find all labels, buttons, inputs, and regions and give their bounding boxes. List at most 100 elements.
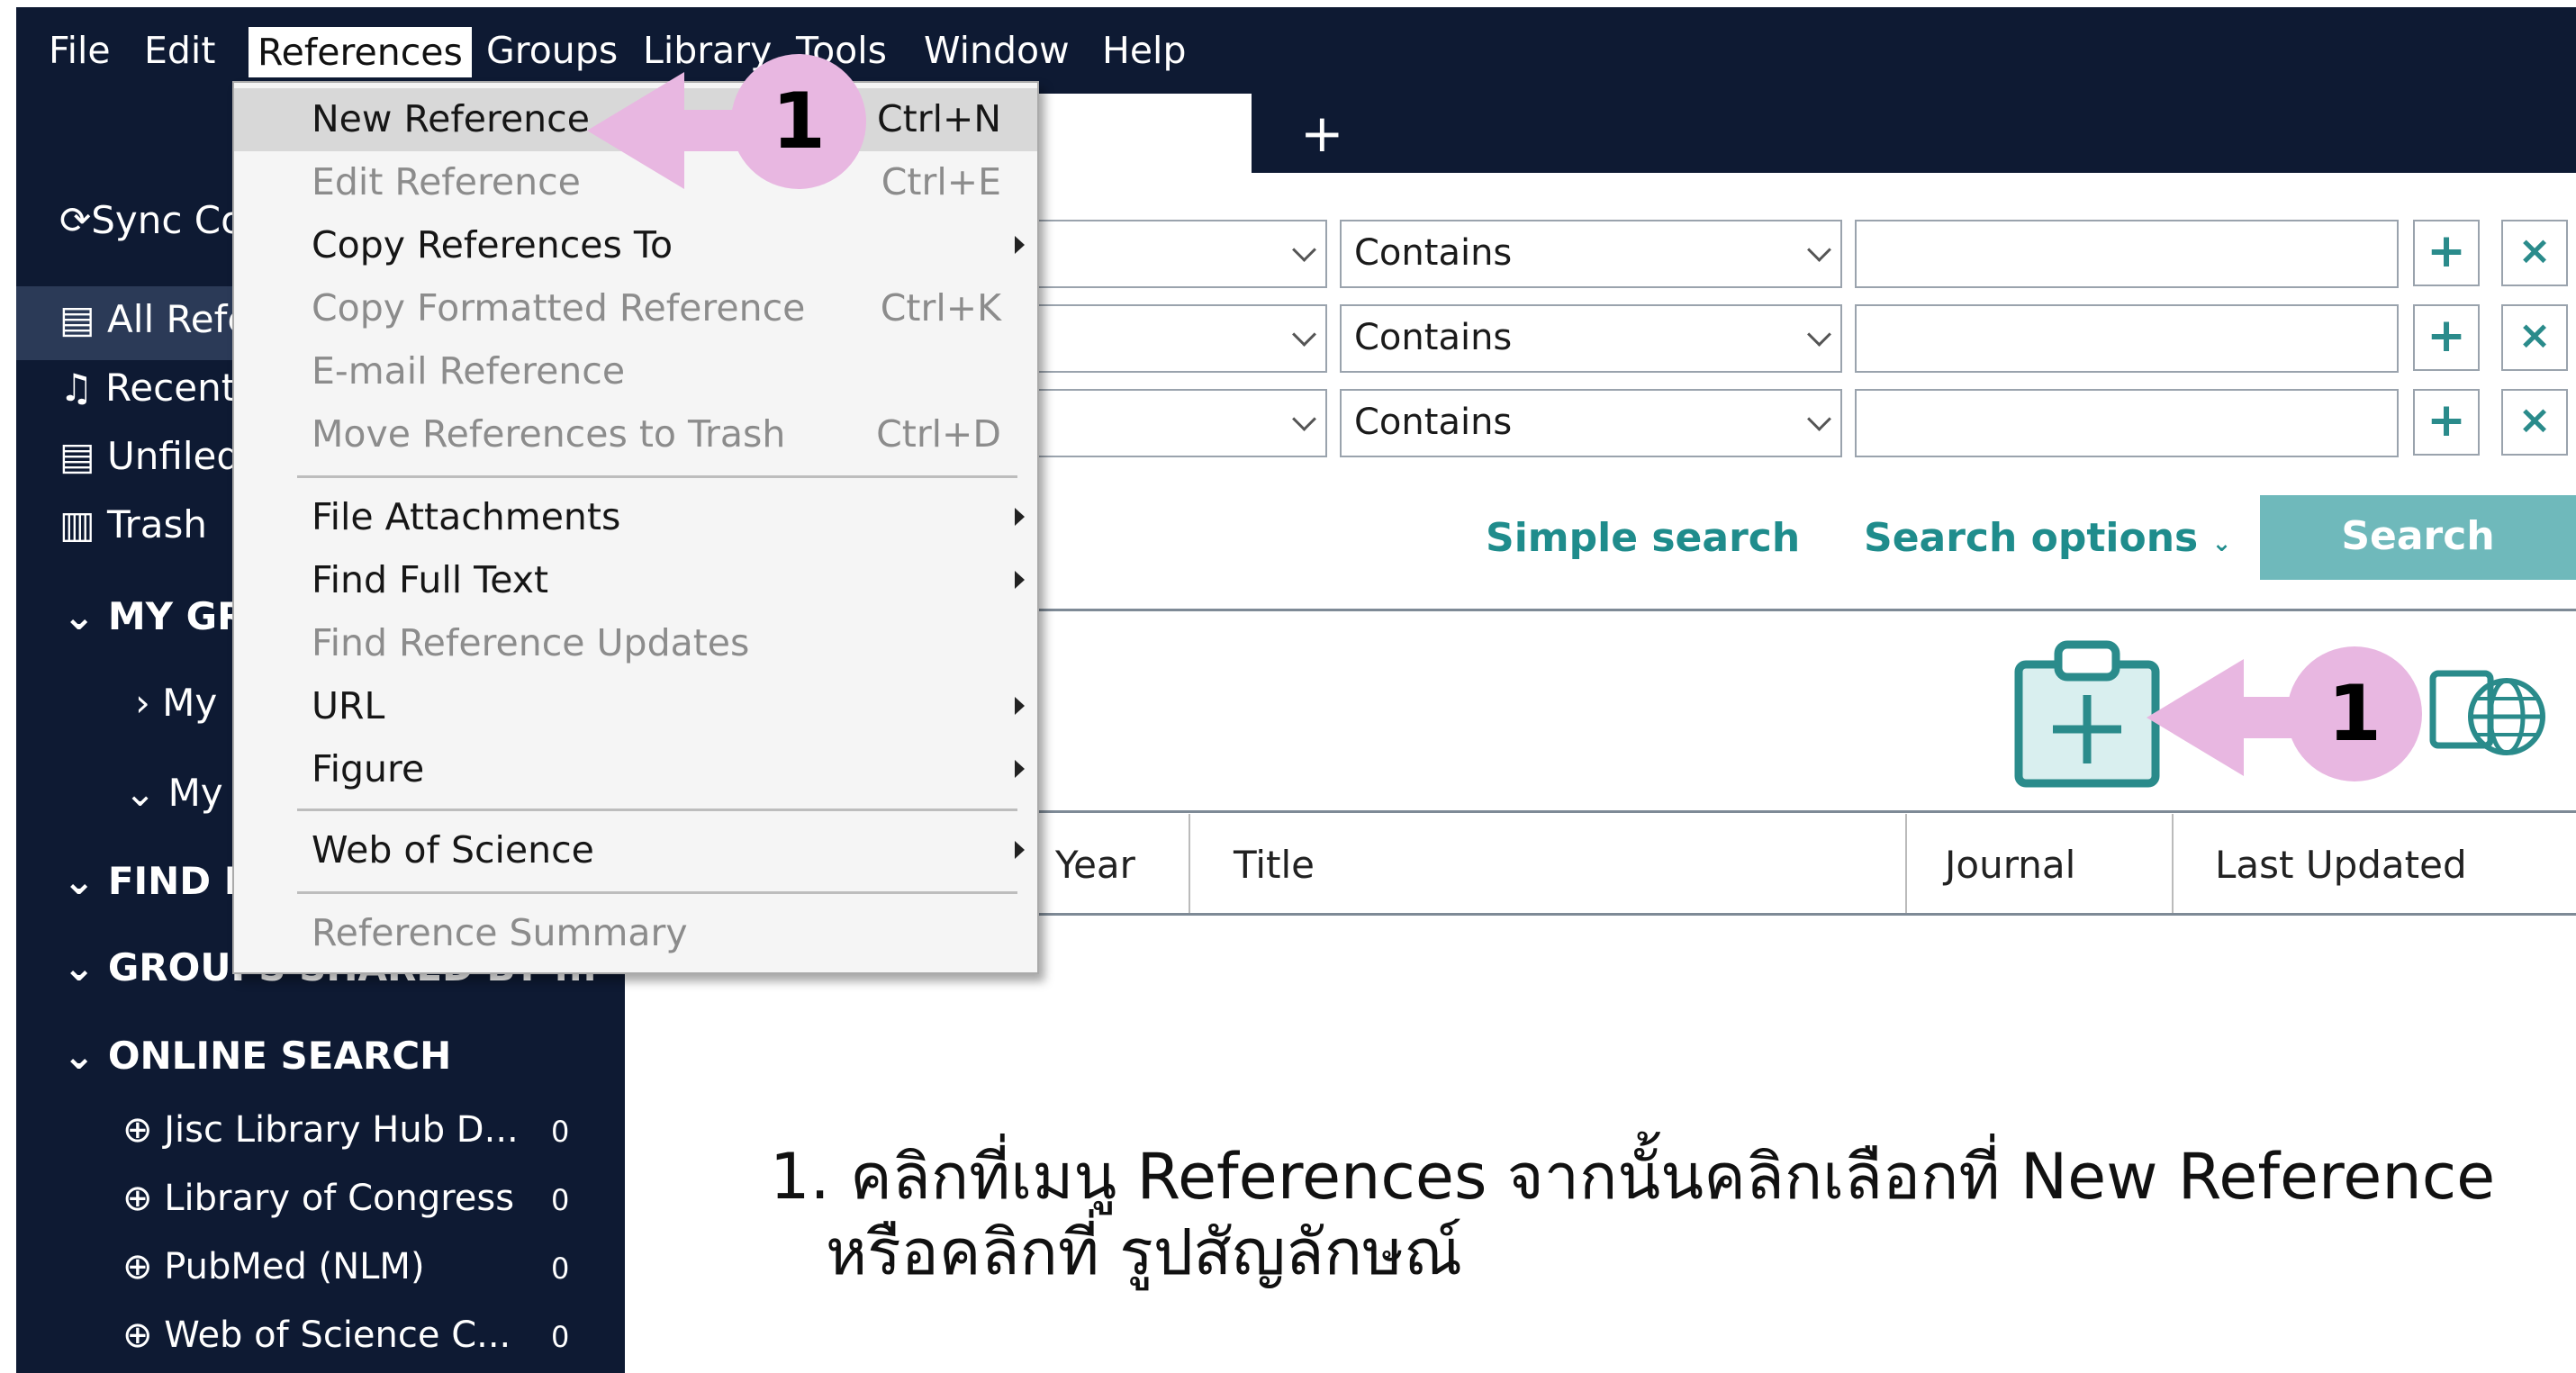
online-count: 0 [551, 1115, 570, 1149]
operator-select[interactable]: Contains [1340, 220, 1842, 288]
remove-row-button[interactable]: × [2501, 304, 2568, 371]
section-online-search[interactable]: ⌄ ONLINE SEARCH [63, 1034, 451, 1078]
sync-item[interactable]: ⟳Sync Co [59, 198, 244, 242]
sidebar-item-recent[interactable]: ♫ Recent [59, 366, 236, 410]
annotation-badge: 1 [731, 54, 866, 189]
menu-item-figure[interactable]: Figure [234, 738, 1037, 801]
search-term-input[interactable] [1855, 220, 2399, 288]
clipboard-icon: ▤ [59, 434, 95, 478]
search-button[interactable]: Search [2260, 495, 2576, 580]
chevron-down-icon [1807, 407, 1831, 431]
submenu-arrow-icon [1015, 508, 1025, 526]
divider [972, 913, 2576, 916]
bell-icon: ♫ [59, 366, 94, 410]
column-divider [1189, 814, 1190, 913]
chevron-down-icon: ⌄ [63, 945, 95, 989]
section-my-groups[interactable]: ⌄ MY GR [63, 594, 246, 638]
chevron-down-icon [1807, 322, 1831, 347]
menu-item-email-reference: E-mail Reference [312, 349, 626, 393]
menu-window[interactable]: Window [924, 29, 1070, 72]
menu-separator [297, 475, 1017, 478]
chevron-down-icon: ⌄ [63, 594, 95, 638]
globe-icon: ⊕ [122, 1109, 153, 1151]
online-count: 0 [551, 1183, 570, 1217]
column-year[interactable]: Year [1055, 843, 1135, 887]
clipboard-icon: ▤ [59, 297, 95, 341]
menu-item-url[interactable]: URL [234, 675, 1037, 738]
menu-item-copy-formatted-reference: Copy Formatted Reference Ctrl+K [312, 286, 1001, 330]
menu-separator [297, 891, 1017, 894]
chevron-down-icon: ⌄ [2211, 530, 2232, 557]
menu-item-find-full-text[interactable]: Find Full Text [234, 549, 1037, 612]
sidebar-item-all-references[interactable]: ▤ All Refe [59, 297, 250, 341]
menu-item-copy-references-to[interactable]: Copy References To [234, 214, 1037, 277]
column-divider [1905, 814, 1907, 913]
add-row-button[interactable]: + [2413, 304, 2480, 371]
remove-row-button[interactable]: × [2501, 389, 2568, 456]
online-item-web-of-science[interactable]: ⊕ Web of Science C... [122, 1314, 511, 1356]
column-title[interactable]: Title [1234, 843, 1315, 887]
menu-item-reference-summary: Reference Summary [312, 911, 688, 954]
remove-row-button[interactable]: × [2501, 220, 2568, 286]
online-item-jisc[interactable]: ⊕ Jisc Library Hub D... [122, 1109, 519, 1151]
operator-select[interactable]: Contains [1340, 389, 1842, 457]
section-find-full-text[interactable]: ⌄ FIND F [63, 859, 249, 903]
menu-item-move-to-trash: Move References to Trash Ctrl+D [312, 412, 1001, 456]
chevron-down-icon [1292, 322, 1316, 347]
menu-edit[interactable]: Edit [144, 29, 215, 72]
chevron-down-icon [1292, 238, 1316, 262]
menu-item-web-of-science[interactable]: Web of Science [234, 819, 1037, 882]
online-count: 0 [551, 1320, 570, 1354]
online-count: 0 [551, 1251, 570, 1286]
instruction-line: 1. คลิกที่เมนู References จากนั้นคลิกเลื… [770, 1140, 2496, 1214]
divider [972, 609, 2576, 611]
globe-icon: ⊕ [122, 1246, 153, 1287]
menu-file[interactable]: File [49, 29, 111, 72]
simple-search-link[interactable]: Simple search [1486, 515, 1800, 561]
chevron-down-icon [1292, 407, 1316, 431]
chevron-down-icon: ⌄ [63, 859, 95, 903]
sidebar-item-trash[interactable]: ▥ Trash [59, 502, 207, 546]
chevron-down-icon: ⌄ [124, 771, 157, 815]
column-journal[interactable]: Journal [1945, 843, 2075, 887]
submenu-arrow-icon [1015, 571, 1025, 589]
endnote-window: File Edit References Groups Library Tool… [0, 0, 2576, 1373]
instruction-text: 1. คลิกที่เมนู References จากนั้นคลิกเลื… [770, 1139, 2495, 1290]
online-item-pubmed[interactable]: ⊕ PubMed (NLM) [122, 1246, 425, 1287]
chevron-down-icon [1807, 238, 1831, 262]
group-item[interactable]: ⌄ My [124, 771, 223, 815]
search-options-link[interactable]: Search options ⌄ [1864, 515, 2231, 561]
menu-separator [297, 808, 1017, 811]
column-last-updated[interactable]: Last Updated [2215, 843, 2467, 887]
submenu-arrow-icon [1015, 236, 1025, 254]
submenu-arrow-icon [1015, 841, 1025, 859]
add-row-button[interactable]: + [2413, 220, 2480, 286]
sync-icon: ⟳ [59, 198, 92, 242]
chevron-down-icon: ⌄ [63, 1034, 95, 1078]
group-item[interactable]: › My [135, 681, 217, 725]
references-menu: New Reference Ctrl+N Edit Reference Ctrl+E… [232, 81, 1039, 974]
globe-icon[interactable] [2463, 673, 2550, 760]
instruction-line: หรือคลิกที่ รูปสัญลักษณ์ [826, 1215, 1463, 1289]
globe-icon: ⊕ [122, 1314, 153, 1356]
sidebar-item-unfiled[interactable]: ▤ Unfiled [59, 434, 240, 478]
annotation-badge: 1 [2287, 646, 2422, 781]
submenu-arrow-icon [1015, 760, 1025, 778]
add-row-button[interactable]: + [2413, 389, 2480, 456]
new-tab-button[interactable]: + [1300, 103, 1344, 164]
trash-icon: ▥ [59, 502, 95, 546]
menu-help[interactable]: Help [1102, 29, 1186, 72]
divider [972, 810, 2576, 813]
column-divider [2172, 814, 2174, 913]
tab-library[interactable] [1039, 94, 1252, 173]
chevron-right-icon: › [135, 681, 150, 725]
online-item-library-of-congress[interactable]: ⊕ Library of Congress [122, 1178, 514, 1219]
globe-icon: ⊕ [122, 1178, 153, 1219]
operator-select[interactable]: Contains [1340, 304, 1842, 373]
submenu-arrow-icon [1015, 697, 1025, 715]
menu-references[interactable]: References [249, 27, 472, 77]
search-term-input[interactable] [1855, 389, 2399, 457]
operator-value: Contains [1354, 317, 1513, 358]
menu-item-file-attachments[interactable]: File Attachments [234, 486, 1037, 549]
search-term-input[interactable] [1855, 304, 2399, 373]
